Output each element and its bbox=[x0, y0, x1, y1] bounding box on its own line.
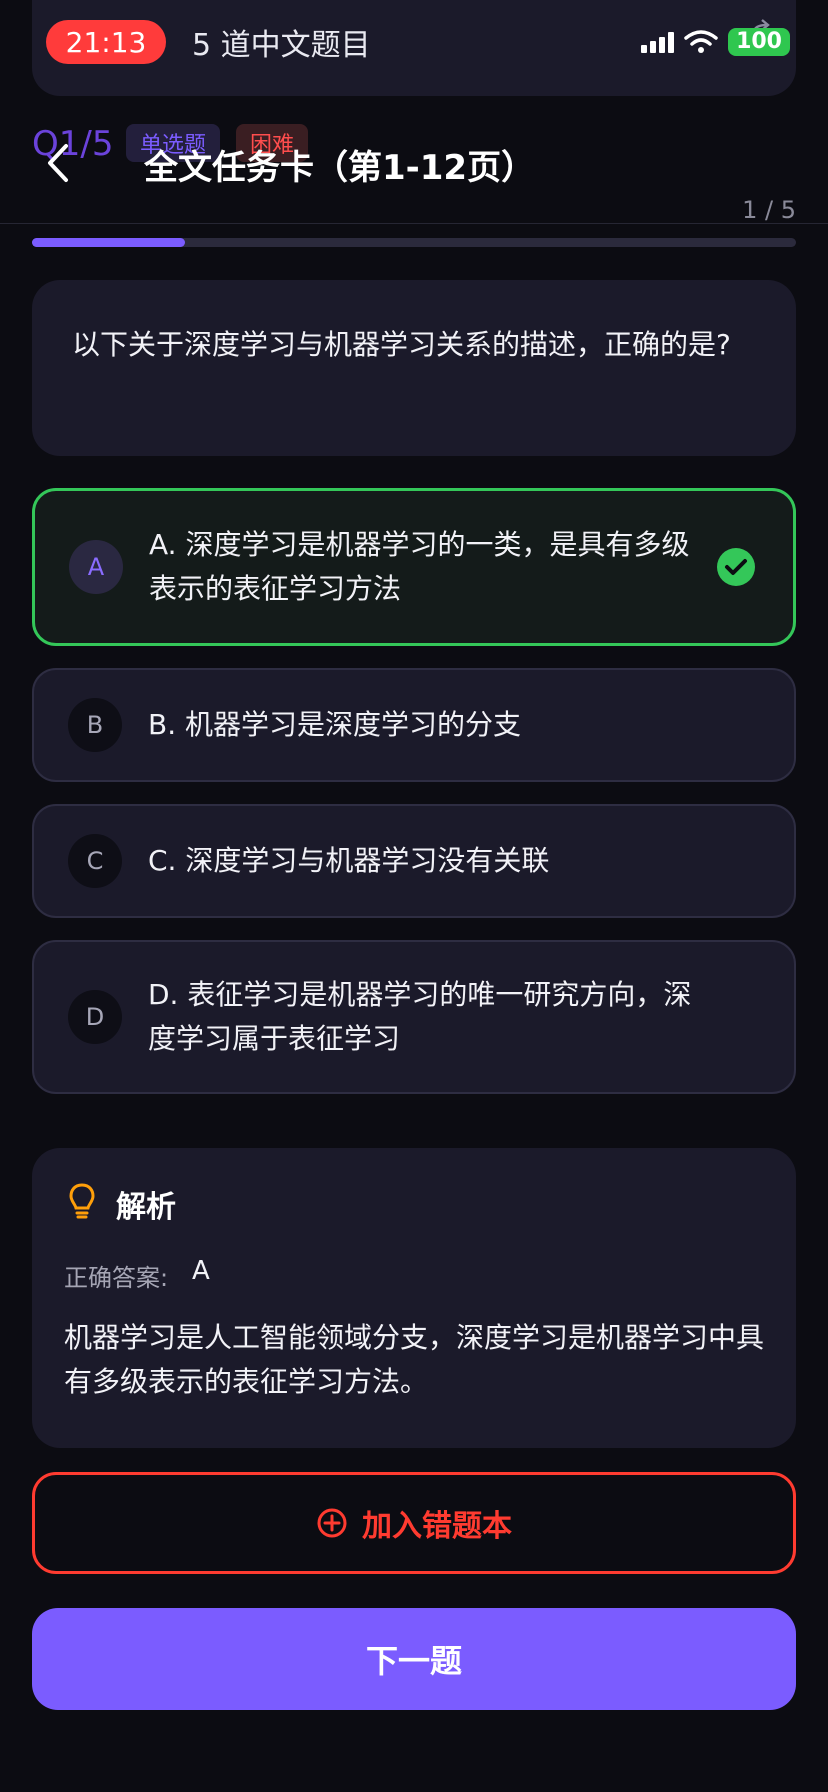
option-text: D. 表征学习是机器学习的唯一研究方向，深度学习属于表征学习 bbox=[148, 978, 692, 1055]
analysis-card: 解析 正确答案: A 机器学习是人工智能领域分支，深度学习是机器学习中具有多级表… bbox=[32, 1148, 796, 1448]
page-title: 全文任务卡（第1-12页） bbox=[144, 148, 536, 188]
wifi-icon bbox=[684, 30, 718, 53]
option-b[interactable]: B B. 机器学习是深度学习的分支 bbox=[32, 668, 796, 782]
option-a[interactable]: A A. 深度学习是机器学习的一类，是具有多级表示的表征学习方法 bbox=[32, 488, 796, 646]
status-time: 21:13 bbox=[46, 20, 166, 64]
status-indicators: 100 bbox=[641, 28, 790, 56]
add-to-mistakes-label: 加入错题本 bbox=[362, 1509, 512, 1544]
back-icon[interactable] bbox=[40, 140, 76, 186]
option-text: A. 深度学习是机器学习的一类，是具有多级表示的表征学习方法 bbox=[149, 528, 690, 605]
question-card: 以下关于深度学习与机器学习关系的描述，正确的是? bbox=[32, 280, 796, 456]
signal-icon bbox=[641, 31, 675, 53]
correct-answer-label: 正确答案: bbox=[64, 1264, 169, 1292]
analysis-title: 解析 bbox=[116, 1190, 176, 1225]
option-letter: D bbox=[68, 990, 122, 1044]
option-d[interactable]: D D. 表征学习是机器学习的唯一研究方向，深度学习属于表征学习 bbox=[32, 940, 796, 1094]
option-letter: B bbox=[68, 698, 122, 752]
header-divider bbox=[0, 223, 828, 224]
question-counter: 1 / 5 bbox=[742, 196, 796, 224]
correct-answer-value: A bbox=[192, 1256, 210, 1286]
option-letter: C bbox=[68, 834, 122, 888]
battery-indicator: 100 bbox=[728, 28, 790, 56]
option-letter: A bbox=[69, 540, 123, 594]
analysis-text: 机器学习是人工智能领域分支，深度学习是机器学习中具有多级表示的表征学习方法。 bbox=[64, 1321, 765, 1398]
next-question-button[interactable]: 下一题 bbox=[32, 1608, 796, 1710]
check-circle-icon bbox=[717, 548, 755, 586]
option-c[interactable]: C C. 深度学习与机器学习没有关联 bbox=[32, 804, 796, 918]
progress-fill bbox=[32, 238, 185, 247]
next-question-label: 下一题 bbox=[365, 1642, 462, 1680]
plus-circle-icon bbox=[317, 1508, 347, 1538]
question-text: 以下关于深度学习与机器学习关系的描述，正确的是? bbox=[72, 328, 731, 361]
background-card-title: 5 道中文题目 bbox=[192, 28, 371, 63]
add-to-mistakes-button[interactable]: 加入错题本 bbox=[32, 1472, 796, 1574]
progress-bar bbox=[32, 238, 796, 247]
lightbulb-icon bbox=[69, 1183, 95, 1219]
option-text: B. 机器学习是深度学习的分支 bbox=[148, 708, 522, 741]
option-text: C. 深度学习与机器学习没有关联 bbox=[148, 844, 550, 877]
